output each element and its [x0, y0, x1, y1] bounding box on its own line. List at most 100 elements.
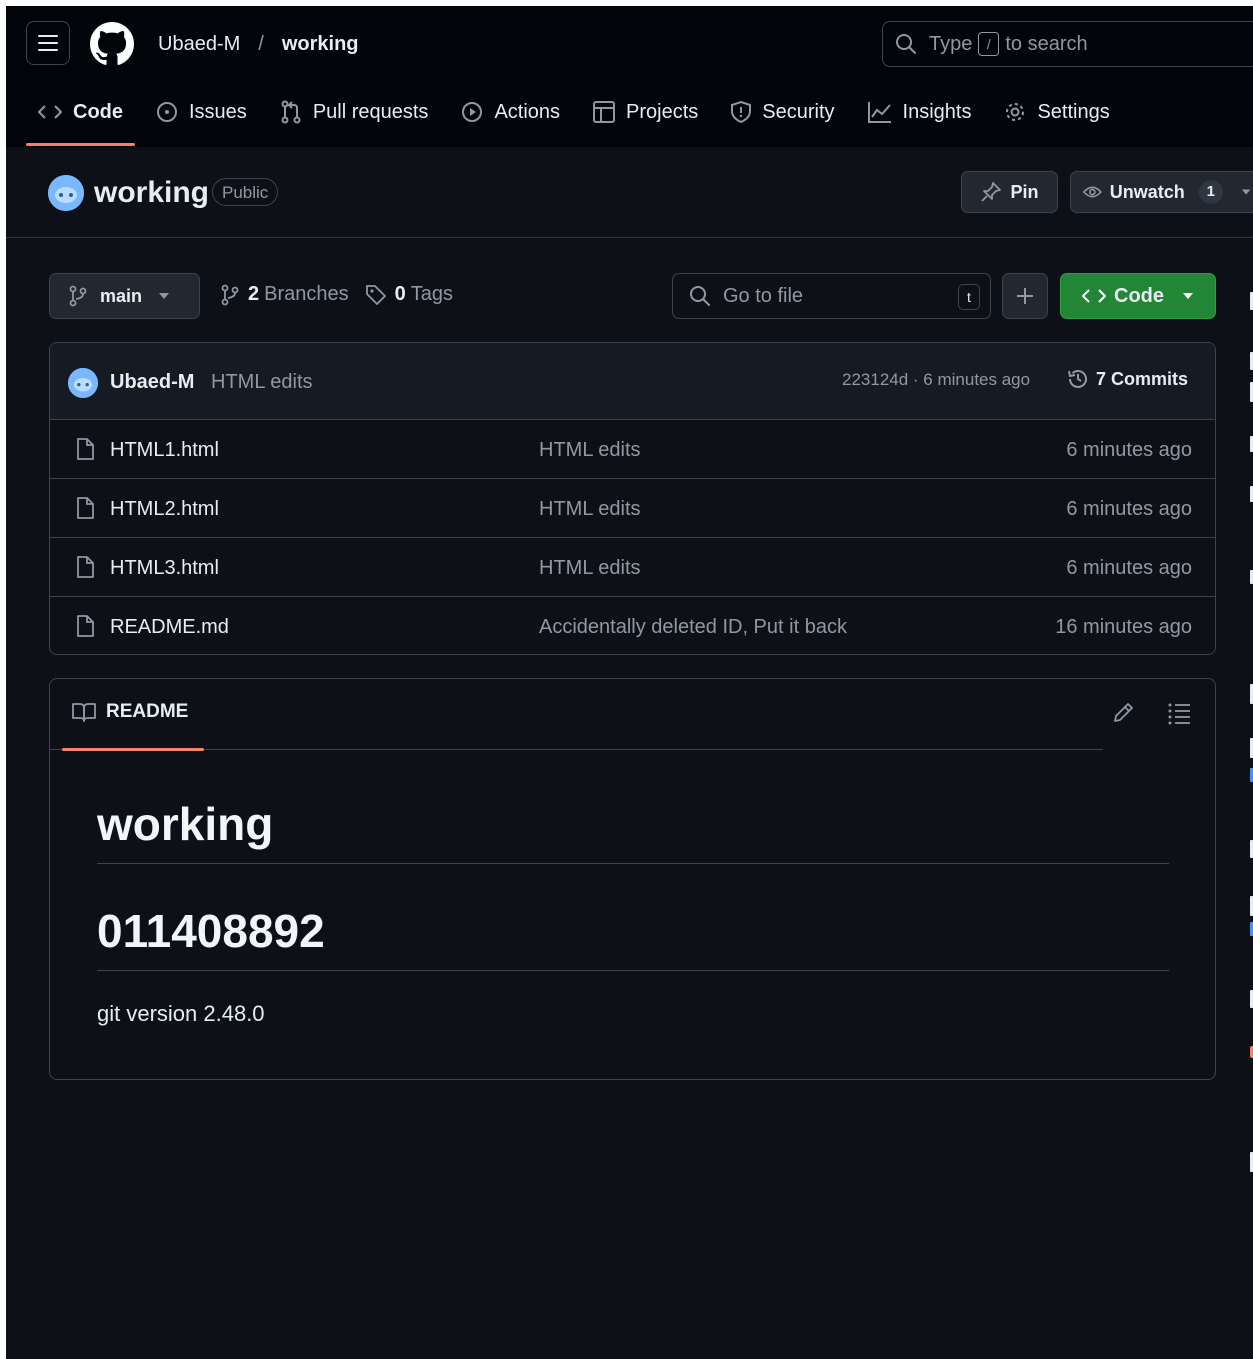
tags-count: 0	[394, 283, 406, 305]
unwatch-label: Unwatch	[1109, 181, 1185, 202]
commit-author-link[interactable]: Ubaed-M	[110, 371, 194, 394]
git-pull-request-icon	[281, 100, 301, 124]
tab-issues[interactable]: Issues	[144, 92, 259, 132]
table-row[interactable]: README.md Accidentally deleted ID, Put i…	[50, 597, 1215, 654]
watch-count: 1	[1198, 180, 1223, 204]
tab-actions[interactable]: Actions	[449, 92, 572, 132]
repo-title[interactable]: working	[94, 175, 209, 211]
breadcrumb-owner-link[interactable]: Ubaed-M	[158, 33, 240, 56]
pencil-icon[interactable]	[1111, 701, 1135, 725]
caret-down-icon	[1183, 293, 1193, 299]
file-icon	[77, 497, 94, 519]
tab-label: Issues	[189, 100, 247, 123]
readme-header: README	[50, 679, 1103, 751]
file-commit-date: 6 minutes ago	[1066, 439, 1192, 461]
readme-heading-2: 011408892	[97, 904, 1169, 971]
readme-heading-1: working	[97, 797, 1169, 864]
file-name-link[interactable]: README.md	[110, 616, 229, 639]
gear-icon	[1006, 103, 1025, 121]
readme-panel: README working 011408892 git version 2.4…	[49, 678, 1216, 1080]
file-commit-message[interactable]: HTML edits	[539, 439, 641, 462]
add-file-button[interactable]	[1002, 273, 1048, 319]
global-search-input[interactable]: Type / to search	[882, 21, 1253, 67]
readme-tab-underline	[62, 748, 204, 751]
pin-button[interactable]: Pin	[961, 171, 1058, 213]
repo-owner-avatar	[48, 175, 84, 211]
menu-button[interactable]	[26, 21, 70, 65]
search-icon	[896, 34, 916, 54]
list-unordered-icon[interactable]	[1167, 701, 1191, 725]
file-commit-message[interactable]: HTML edits	[539, 498, 641, 521]
visibility-badge: Public	[212, 178, 279, 206]
branch-select-button[interactable]: main	[49, 273, 200, 319]
file-icon	[77, 556, 94, 578]
file-commit-message[interactable]: Accidentally deleted ID, Put it back	[539, 616, 847, 639]
go-to-file-placeholder: Go to file	[723, 284, 804, 307]
search-icon	[690, 286, 710, 306]
breadcrumb-separator: /	[258, 32, 264, 55]
tab-security[interactable]: Security	[719, 92, 846, 132]
repo-header: working Public Pin Unwatch 1	[6, 147, 1253, 238]
file-commit-date: 6 minutes ago	[1066, 557, 1192, 579]
plus-icon	[1017, 288, 1033, 304]
breadcrumb: Ubaed-M / working	[158, 30, 359, 58]
tab-projects[interactable]: Projects	[581, 92, 710, 132]
readme-tab-label: README	[106, 701, 189, 722]
search-placeholder-start: Type	[929, 32, 973, 55]
file-commit-date: 16 minutes ago	[1055, 616, 1192, 638]
tab-insights[interactable]: Insights	[856, 92, 984, 132]
tab-code[interactable]: Code	[26, 92, 135, 146]
tab-label: Code	[73, 100, 123, 123]
search-shortcut-key: /	[978, 32, 1000, 56]
avatar[interactable]	[68, 368, 98, 398]
file-commit-date: 6 minutes ago	[1066, 498, 1192, 520]
latest-commit-bar: Ubaed-M HTML edits 223124d · 6 minutes a…	[50, 343, 1215, 420]
book-icon	[72, 703, 96, 722]
file-name-link[interactable]: HTML1.html	[110, 439, 219, 462]
readme-paragraph: git version 2.48.0	[97, 1001, 265, 1026]
tab-settings[interactable]: Settings	[992, 92, 1121, 132]
tab-label: Settings	[1037, 100, 1110, 123]
branch-name: main	[100, 285, 143, 306]
github-repo-page: Ubaed-M / working Type / to search Code …	[6, 6, 1253, 1359]
code-icon	[1082, 289, 1106, 303]
commits-label: 7 Commits	[1096, 368, 1189, 389]
readme-tab[interactable]: README	[72, 701, 188, 723]
graph-icon	[867, 102, 891, 123]
tab-label: Actions	[494, 100, 561, 123]
table-row[interactable]: HTML1.html HTML edits 6 minutes ago	[50, 420, 1215, 479]
file-name-link[interactable]: HTML2.html	[110, 498, 219, 521]
commits-history-link[interactable]: 7 Commits	[1066, 367, 1188, 391]
code-icon	[38, 105, 62, 119]
repo-meta-links: 2 Branches 0 Tags	[220, 283, 469, 306]
repo-nav-tabs: Code Issues Pull requests Actions Projec…	[26, 92, 1131, 146]
git-branch-icon	[69, 285, 87, 307]
caret-down-icon	[159, 293, 170, 299]
caret-down-icon	[1241, 189, 1251, 195]
file-name-link[interactable]: HTML3.html	[110, 557, 219, 580]
branches-count: 2	[248, 283, 260, 305]
code-dropdown-button[interactable]: Code	[1060, 273, 1216, 319]
breadcrumb-repo-link[interactable]: working	[282, 33, 359, 56]
tab-pull-requests[interactable]: Pull requests	[268, 92, 441, 132]
unwatch-button[interactable]: Unwatch 1	[1070, 171, 1253, 213]
history-icon	[1068, 370, 1087, 388]
search-placeholder-end: to search	[1005, 32, 1088, 55]
commit-hash-time[interactable]: 223124d · 6 minutes ago	[842, 370, 1030, 390]
github-logo-icon[interactable]	[90, 22, 134, 66]
table-icon	[593, 101, 616, 123]
avatar-face-icon	[48, 175, 84, 211]
file-commit-message[interactable]: HTML edits	[539, 557, 641, 580]
tags-label: Tags	[410, 283, 453, 305]
table-row[interactable]: HTML3.html HTML edits 6 minutes ago	[50, 538, 1215, 597]
tab-label: Security	[762, 100, 835, 123]
commit-message-link[interactable]: HTML edits	[211, 371, 313, 394]
table-row[interactable]: HTML2.html HTML edits 6 minutes ago	[50, 479, 1215, 538]
tag-icon	[365, 284, 386, 305]
tab-label: Insights	[902, 100, 972, 123]
tags-link[interactable]: 0 Tags	[365, 283, 453, 306]
go-to-file-input[interactable]: Go to file t	[672, 273, 991, 319]
branches-link[interactable]: 2 Branches	[220, 283, 349, 306]
shield-icon	[731, 101, 752, 123]
global-header: Ubaed-M / working Type / to search Code …	[6, 6, 1253, 148]
